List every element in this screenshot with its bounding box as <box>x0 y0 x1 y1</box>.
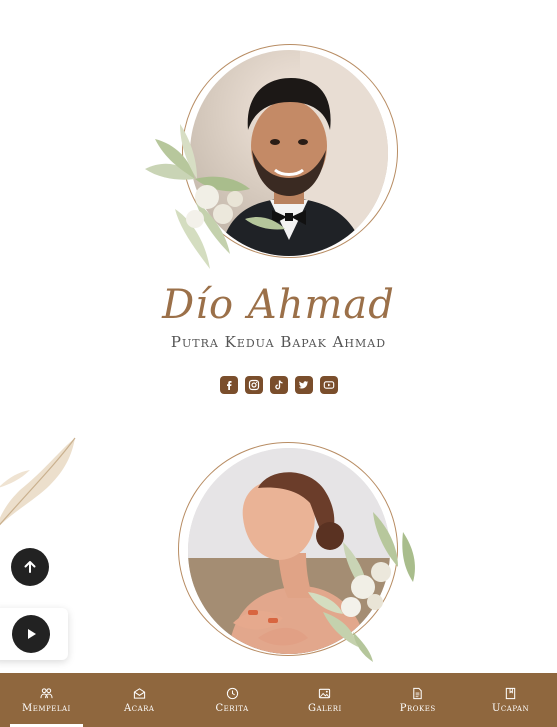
nav-label: Acara <box>124 702 155 714</box>
tiktok-icon[interactable] <box>269 376 288 394</box>
bottom-navigation: Mempelai Acara Cerita Galeri Prokes Ucap… <box>0 673 557 727</box>
nav-label: Cerita <box>215 702 249 714</box>
clock-icon <box>226 687 238 699</box>
nav-item-cerita[interactable]: Cerita <box>186 673 279 727</box>
decorative-leaf-icon <box>0 437 76 526</box>
bride-portrait <box>178 442 415 662</box>
instagram-icon[interactable] <box>244 376 263 394</box>
youtube-icon[interactable] <box>319 376 338 394</box>
nav-label: Prokes <box>399 702 436 714</box>
book-icon <box>505 687 516 699</box>
scroll-top-button[interactable] <box>11 548 49 586</box>
nav-item-acara[interactable]: Acara <box>93 673 186 727</box>
nav-label: Mempelai <box>22 702 71 714</box>
envelope-icon <box>133 687 145 699</box>
document-icon <box>413 687 422 699</box>
gallery-icon <box>319 688 331 698</box>
groom-parent-info: Putra Kedua Bapak Ahmad <box>170 333 387 351</box>
nav-label: Galeri <box>307 702 342 714</box>
twitter-icon[interactable] <box>294 376 313 394</box>
invitation-page: Dío Ahmad Putra Kedua Bapak Ahmad Mempel… <box>0 0 557 727</box>
nav-item-prokes[interactable]: Prokes <box>371 673 464 727</box>
floral-decoration-icon <box>145 124 285 269</box>
groom-name: Dío Ahmad <box>162 282 395 328</box>
nav-item-mempelai[interactable]: Mempelai <box>0 673 93 727</box>
play-music-button[interactable] <box>12 615 50 653</box>
facebook-icon[interactable] <box>219 376 238 394</box>
play-icon <box>28 629 36 639</box>
nav-item-ucapan[interactable]: Ucapan <box>464 673 557 727</box>
groom-portrait <box>145 44 400 269</box>
nav-label: Ucapan <box>492 702 530 714</box>
floral-decoration-icon <box>308 512 415 662</box>
couple-icon <box>40 687 53 698</box>
arrow-up-icon <box>24 561 36 573</box>
nav-item-galeri[interactable]: Galeri <box>278 673 371 727</box>
social-links <box>0 376 557 394</box>
